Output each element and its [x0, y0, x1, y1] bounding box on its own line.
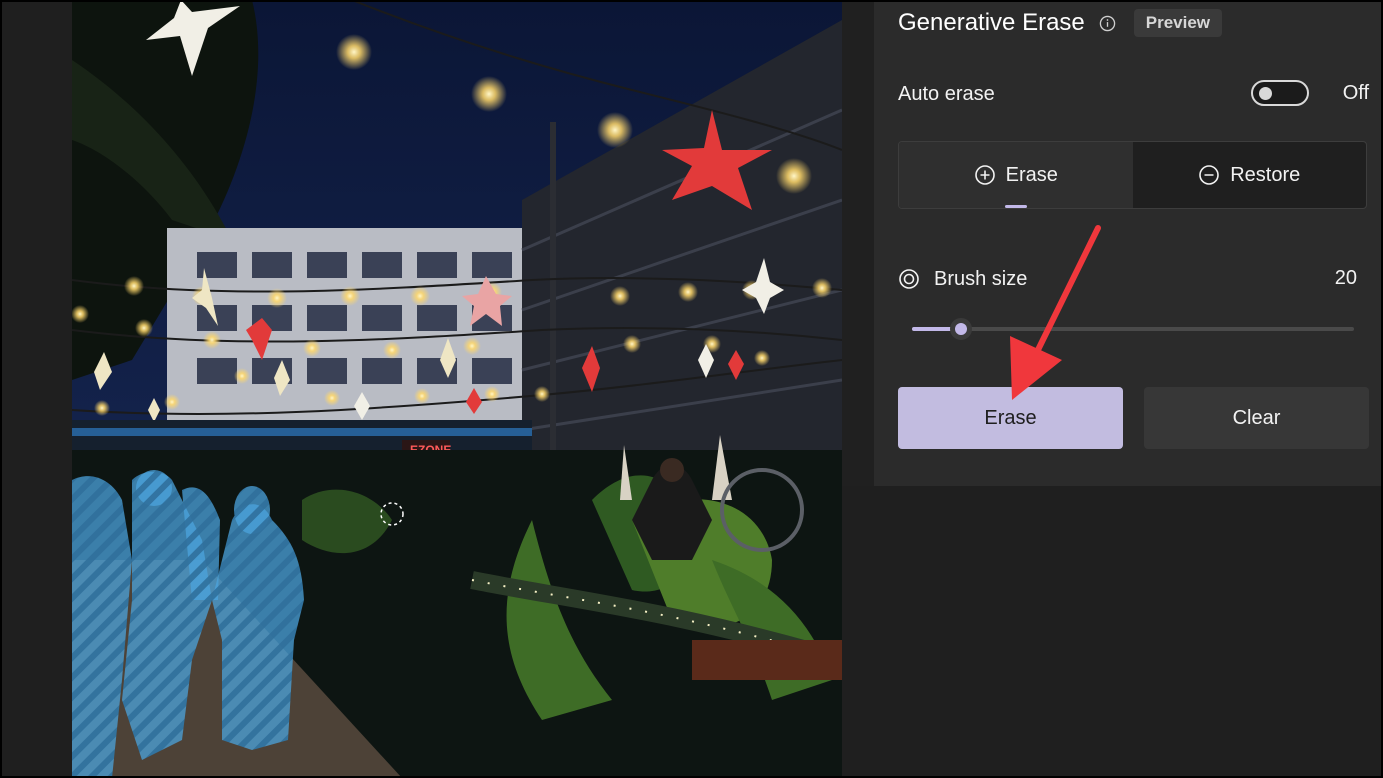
- panel-header: Generative Erase Preview: [898, 8, 1223, 38]
- minus-circle-icon: [1199, 165, 1220, 185]
- restore-mode-tab[interactable]: Restore: [1133, 142, 1367, 208]
- brush-size-value: 20: [1334, 267, 1357, 289]
- auto-erase-row: Auto erase Off: [898, 80, 1369, 108]
- clear-button[interactable]: Clear: [1144, 387, 1369, 449]
- panel-title: Generative Erase: [898, 9, 1085, 36]
- edited-photo[interactable]: EZONE: [72, 0, 842, 778]
- slider-thumb[interactable]: [949, 318, 972, 340]
- generative-erase-panel: Generative Erase Preview Auto erase Off …: [874, 0, 1383, 486]
- info-icon[interactable]: [1099, 15, 1116, 32]
- brush-target-icon: [899, 269, 919, 289]
- erase-mode-label: Erase: [1005, 163, 1058, 186]
- plus-circle-icon: [974, 165, 995, 185]
- mode-selector: Erase Restore: [898, 141, 1367, 209]
- erase-mode-tab[interactable]: Erase: [899, 142, 1133, 208]
- active-tab-indicator: [1004, 205, 1027, 208]
- photo-illustration: EZONE: [72, 0, 842, 778]
- preview-badge: Preview: [1133, 9, 1223, 37]
- auto-erase-state: Off: [1342, 82, 1369, 104]
- erase-button[interactable]: Erase: [898, 387, 1123, 449]
- brush-size-row: Brush size 20: [898, 265, 1369, 293]
- toggle-knob: [1259, 87, 1272, 100]
- auto-erase-label: Auto erase: [898, 82, 995, 105]
- restore-mode-label: Restore: [1230, 163, 1301, 186]
- brush-size-label: Brush size: [934, 267, 1028, 290]
- panel-background: [842, 486, 1383, 778]
- brush-size-slider[interactable]: [912, 318, 1354, 340]
- canvas-area: EZONE: [0, 0, 842, 778]
- auto-erase-toggle[interactable]: [1251, 80, 1309, 106]
- slider-track: [912, 327, 1354, 331]
